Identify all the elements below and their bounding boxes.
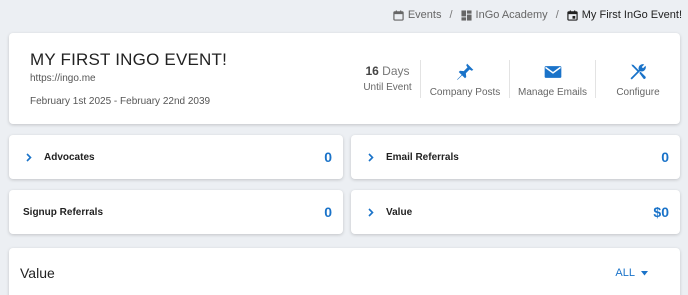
company-posts-label: Company Posts: [429, 86, 501, 98]
breadcrumb-academy[interactable]: InGo Academy: [460, 9, 548, 21]
chevron-right-icon: [368, 207, 376, 217]
countdown-value: 16 Days: [365, 64, 409, 78]
configure-label: Configure: [616, 86, 660, 98]
manage-emails-button[interactable]: Manage Emails: [510, 59, 596, 98]
stat-advocates-value: 0: [324, 149, 332, 165]
chevron-right-icon: [368, 152, 376, 162]
caret-down-icon: [641, 270, 648, 275]
pin-icon: [457, 63, 474, 80]
value-filter-dropdown[interactable]: ALL: [615, 267, 648, 279]
stat-value-amount: $0: [653, 204, 669, 220]
countdown-number: 16: [365, 64, 379, 78]
envelope-icon: [544, 65, 561, 78]
stat-signup-referrals: Signup Referrals 0: [9, 190, 343, 234]
manage-emails-label: Manage Emails: [518, 86, 587, 98]
breadcrumb-separator: /: [449, 9, 453, 21]
calendar-icon: [393, 9, 404, 21]
countdown-unit: Days: [378, 64, 410, 78]
event-dates: February 1st 2025 - February 22nd 2039: [30, 96, 211, 107]
event-header-card: MY FIRST INGO EVENT! https://ingo.me Feb…: [9, 33, 680, 124]
event-actions: 16 Days Until Event Company Posts Manage…: [355, 33, 680, 124]
stat-email-referrals-label: Email Referrals: [386, 151, 459, 163]
breadcrumb-events-label: Events: [407, 9, 442, 21]
stat-signup-referrals-label: Signup Referrals: [23, 206, 104, 218]
configure-button[interactable]: Configure: [596, 60, 680, 98]
value-section: Value ALL: [9, 248, 680, 295]
event-url: https://ingo.me: [30, 73, 96, 84]
stat-email-referrals-value: 0: [661, 149, 669, 165]
calendar-event-icon: [567, 9, 578, 21]
stat-value-label: Value: [386, 206, 413, 218]
chevron-right-icon: [26, 152, 34, 162]
breadcrumb-current-event: My First InGo Event!: [567, 9, 682, 21]
stat-signup-referrals-value: 0: [324, 204, 332, 220]
dashboard-icon: [460, 9, 472, 21]
breadcrumb-events[interactable]: Events: [393, 9, 442, 21]
wrench-screwdriver-icon: [630, 63, 646, 79]
stat-advocates-label: Advocates: [44, 151, 95, 163]
company-posts-button[interactable]: Company Posts: [421, 59, 510, 98]
breadcrumb-current-label: My First InGo Event!: [581, 9, 682, 21]
event-title: MY FIRST INGO EVENT!: [30, 50, 228, 69]
value-filter-label: ALL: [615, 267, 635, 279]
event-countdown: 16 Days Until Event: [355, 59, 421, 98]
stat-value[interactable]: Value $0: [351, 190, 680, 234]
breadcrumb: Events / InGo Academy / My First InGo Ev…: [393, 9, 682, 21]
value-section-title: Value: [20, 265, 55, 281]
breadcrumb-academy-label: InGo Academy: [475, 9, 548, 21]
breadcrumb-separator: /: [555, 9, 559, 21]
stat-email-referrals[interactable]: Email Referrals 0: [351, 135, 680, 179]
stat-advocates[interactable]: Advocates 0: [9, 135, 343, 179]
countdown-label: Until Event: [363, 82, 412, 93]
